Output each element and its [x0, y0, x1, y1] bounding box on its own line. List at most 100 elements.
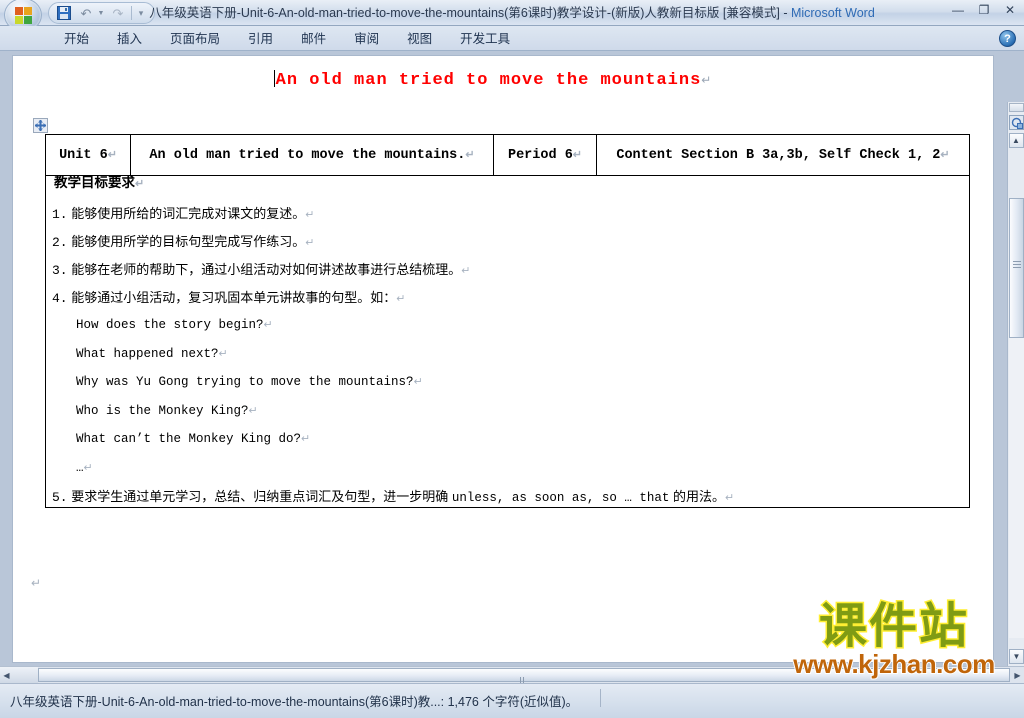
pilcrow-mark: ↵ — [305, 237, 315, 249]
pilcrow-mark: ↵ — [248, 404, 258, 417]
undo-dropdown-button[interactable]: ▼ — [97, 4, 107, 22]
table-cell-content[interactable]: Content Section B 3a,3b, Self Check 1, 2… — [596, 134, 970, 176]
scroll-down-button[interactable]: ▼ — [1009, 649, 1024, 664]
objective-item-4: 4. 能够通过小组活动，复习巩固本单元讲故事的句型。如：↵ — [46, 291, 969, 305]
table-cell-unit-text: Unit 6 — [59, 147, 108, 163]
undo-button[interactable]: ↶ — [75, 4, 97, 22]
redo-icon: ↷ — [112, 5, 124, 21]
example-question-2-text: What happened next? — [76, 346, 219, 361]
lesson-plan-table: Unit 6↵ An old man tried to move the mou… — [45, 134, 970, 508]
scroll-up-button[interactable]: ▲ — [1008, 133, 1024, 148]
text-caret — [273, 70, 275, 87]
title-bar: ↶ ▼ ↷ ▾ 八年级英语下册-Unit-6-An-old-man-tried-… — [0, 0, 1024, 32]
tab-review[interactable]: 审阅 — [340, 28, 393, 50]
status-bar-text: 八年级英语下册-Unit-6-An-old-man-tried-to-move-… — [10, 695, 579, 709]
example-question-4-text: Who is the Monkey King? — [76, 403, 249, 418]
table-cell-content-text: Content Section B 3a,3b, Self Check 1, 2 — [616, 147, 941, 163]
example-question-2: What happened next?↵ — [46, 346, 969, 361]
horizontal-scroll-thumb[interactable] — [38, 668, 1010, 703]
objectives-heading: 教学目标要求↵ — [46, 176, 969, 190]
objectives-heading-text: 教学目标要求 — [54, 175, 135, 190]
tab-references[interactable]: 引用 — [234, 28, 287, 50]
example-question-3-text: Why was Yu Gong trying to move the mount… — [76, 375, 414, 389]
tab-home[interactable]: 开始 — [50, 28, 103, 50]
table-cell-unit[interactable]: Unit 6↵ — [45, 134, 131, 176]
table-cell-period[interactable]: Period 6↵ — [493, 134, 597, 176]
pilcrow-mark: ↵ — [301, 433, 311, 445]
pilcrow-mark: ↵ — [218, 347, 228, 360]
vertical-scrollbar[interactable]: ▲ ▼ ⯅ ○ ⯆ — [1007, 102, 1024, 717]
pilcrow-mark: ↵ — [305, 209, 315, 221]
move-arrows-icon — [35, 120, 46, 131]
scroll-right-button[interactable]: ▶ — [1011, 667, 1024, 683]
example-question-4: Who is the Monkey King?↵ — [46, 403, 969, 418]
horizontal-scrollbar[interactable]: ◀ ▶ — [0, 666, 1024, 703]
document-page[interactable]: An old man tried to move the mountains↵ — [12, 55, 994, 663]
pilcrow-mark: ↵ — [461, 265, 471, 277]
objective-item-4-text: 能够通过小组活动，复习巩固本单元讲故事的句型。如： — [71, 290, 397, 305]
minimize-button[interactable]: — — [950, 3, 966, 17]
redo-button[interactable]: ↷ — [107, 4, 129, 22]
objective-item-2: 2. 能够使用所学的目标句型完成写作练习。↵ — [46, 235, 969, 249]
office-logo-icon — [15, 7, 32, 24]
vertical-scroll-track[interactable] — [1009, 198, 1024, 638]
ribbon-tabs: 开始 插入 页面布局 引用 邮件 审阅 视图 开发工具 — [50, 26, 524, 51]
window-title-separator: - — [779, 6, 791, 20]
trailing-pilcrow-mark: ↵ — [31, 576, 42, 590]
customize-qat-button[interactable]: ▾ — [134, 4, 150, 22]
objective-item-2-text: 能够使用所学的目标句型完成写作练习。 — [71, 234, 306, 249]
window-controls: — ❐ ✕ — [950, 3, 1018, 17]
pilcrow-mark: ↵ — [107, 148, 117, 161]
restore-button[interactable]: ❐ — [976, 3, 992, 17]
table-cell-objectives[interactable]: 教学目标要求↵ 1. 能够使用所给的词汇完成对课文的复述。↵ 2. 能够使用所学… — [45, 175, 970, 508]
scroll-left-button[interactable]: ◀ — [0, 667, 13, 683]
split-window-handle[interactable] — [1008, 103, 1024, 112]
tab-page-layout[interactable]: 页面布局 — [156, 28, 234, 50]
ribbon-tab-strip: 开始 插入 页面布局 引用 邮件 审阅 视图 开发工具 ? — [0, 26, 1024, 51]
quick-access-toolbar: ↶ ▼ ↷ ▾ — [48, 2, 155, 24]
table-header-row: Unit 6↵ An old man tried to move the mou… — [45, 134, 970, 176]
objective-item-5-text-cn-2: 的用法。 — [669, 489, 726, 504]
objective-item-3-number: 3. — [52, 263, 68, 278]
tab-developer[interactable]: 开发工具 — [446, 28, 524, 50]
objective-item-3: 3. 能够在老师的帮助下，通过小组活动对如何讲述故事进行总结梳理。↵ — [46, 263, 969, 277]
pilcrow-mark: ↵ — [940, 148, 950, 161]
horizontal-scroll-track[interactable] — [38, 668, 1010, 703]
select-browse-object-icon — [1009, 115, 1024, 130]
document-heading: An old man tried to move the mountains↵ — [13, 70, 973, 90]
table-cell-lesson-title[interactable]: An old man tried to move the mountains.↵ — [130, 134, 494, 176]
chevron-down-icon: ▼ — [97, 9, 105, 17]
table-move-handle[interactable] — [33, 118, 48, 133]
status-bar-divider — [600, 689, 601, 707]
example-question-1: How does the story begin?↵ — [46, 319, 969, 332]
example-question-ellipsis: …↵ — [46, 461, 969, 475]
customize-qat-icon: ▾ — [138, 7, 144, 18]
pilcrow-mark: ↵ — [465, 148, 475, 161]
pilcrow-mark: ↵ — [135, 178, 145, 190]
scroll-thumb-grip-icon — [1013, 261, 1021, 268]
close-button[interactable]: ✕ — [1002, 3, 1018, 17]
pilcrow-mark: ↵ — [572, 148, 583, 161]
tab-insert[interactable]: 插入 — [103, 28, 156, 50]
objective-item-3-text: 能够在老师的帮助下，通过小组活动对如何讲述故事进行总结梳理。 — [71, 262, 462, 277]
document-workspace: An old man tried to move the mountains↵ — [0, 51, 1024, 717]
tab-view[interactable]: 视图 — [393, 28, 446, 50]
objective-item-2-number: 2. — [52, 235, 68, 250]
objective-item-1: 1. 能够使用所给的词汇完成对课文的复述。↵ — [46, 207, 969, 221]
help-icon[interactable]: ? — [999, 30, 1016, 47]
word-application-window: ↶ ▼ ↷ ▾ 八年级英语下册-Unit-6-An-old-man-tried-… — [0, 0, 1024, 718]
toolbar-divider — [131, 6, 132, 20]
browse-object-icon[interactable] — [1008, 114, 1024, 131]
table-cell-period-text: Period 6 — [507, 147, 573, 163]
save-button[interactable] — [53, 4, 75, 22]
status-bar: 八年级英语下册-Unit-6-An-old-man-tried-to-move-… — [0, 683, 1024, 718]
objective-item-4-number: 4. — [52, 291, 68, 306]
save-icon — [57, 6, 71, 20]
example-question-5: What can’t the Monkey King do?↵ — [46, 433, 969, 446]
objective-item-1-number: 1. — [52, 207, 68, 222]
vertical-scroll-thumb[interactable] — [1009, 198, 1024, 338]
tab-mailings[interactable]: 邮件 — [287, 28, 340, 50]
objective-item-5: 5. 要求学生通过单元学习，总结、归纳重点词汇及句型，进一步明确 unless,… — [46, 490, 969, 505]
scroll-thumb-grip-icon — [520, 672, 528, 703]
example-question-3: Why was Yu Gong trying to move the mount… — [46, 376, 969, 389]
